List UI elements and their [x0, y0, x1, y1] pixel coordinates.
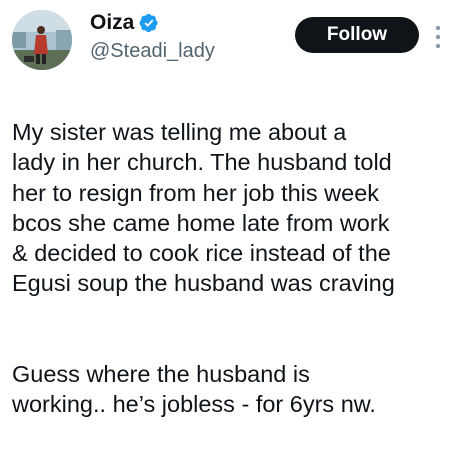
tweet-text: My sister was telling me about a lady in… — [12, 87, 452, 449]
name-row: Oiza — [90, 10, 215, 36]
user-info: Oiza @Steadi_lady — [90, 10, 215, 63]
tweet-card: Oiza @Steadi_lady Follow My sister was t… — [0, 0, 453, 417]
tweet-paragraph: Guess where the husband is working.. he’… — [12, 360, 376, 417]
tweet-paragraph: My sister was telling me about a lady in… — [12, 119, 395, 297]
user-handle[interactable]: @Steadi_lady — [90, 40, 215, 63]
verified-badge-icon — [139, 13, 159, 33]
display-name[interactable]: Oiza — [90, 11, 134, 35]
follow-button[interactable]: Follow — [295, 17, 419, 53]
profile-photo-icon — [12, 10, 72, 70]
avatar[interactable] — [12, 10, 72, 70]
more-options-icon[interactable] — [432, 24, 444, 50]
